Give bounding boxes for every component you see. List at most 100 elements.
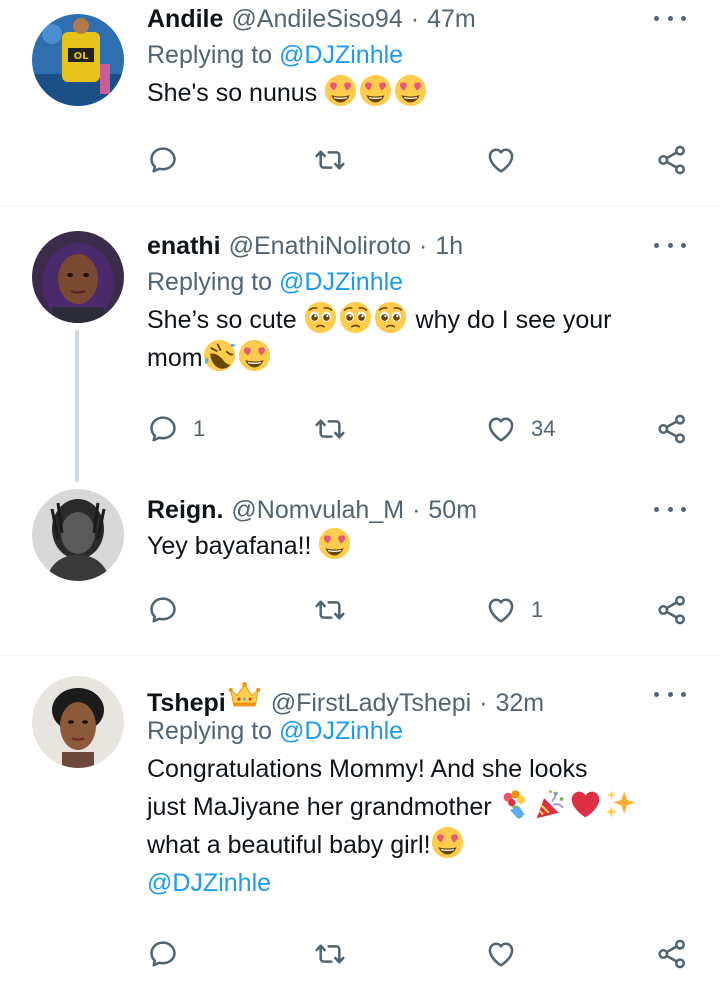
retweet-button[interactable] bbox=[314, 590, 346, 630]
display-name[interactable]: Reign. bbox=[147, 493, 223, 527]
more-icon[interactable] bbox=[650, 682, 690, 706]
tweet-body-line-3: what a beautiful baby girl! bbox=[147, 831, 431, 859]
more-icon[interactable] bbox=[650, 6, 690, 30]
separator: · bbox=[419, 232, 428, 260]
heart-eyes-emoji-icon bbox=[359, 74, 392, 107]
reply-count: 1 bbox=[193, 416, 206, 441]
share-button[interactable] bbox=[656, 140, 688, 180]
rofl-emoji-icon bbox=[203, 339, 236, 372]
reply-icon bbox=[147, 144, 179, 176]
reply-icon bbox=[147, 938, 179, 970]
heart-eyes-emoji-icon bbox=[324, 74, 357, 107]
mention-link[interactable]: @DJZinhle bbox=[279, 717, 403, 745]
share-button[interactable] bbox=[656, 590, 688, 630]
tweet-andile[interactable]: OL Andile @AndileSiso94 · 47m Replying t… bbox=[0, 0, 720, 207]
party-popper-emoji-icon bbox=[534, 788, 567, 821]
mention-link[interactable]: @DJZinhle bbox=[147, 869, 271, 897]
retweet-icon bbox=[314, 938, 346, 970]
tweet-body-line-1-end: why do I see your bbox=[415, 306, 612, 334]
tweet-body: Yey bayafana!! bbox=[147, 532, 312, 560]
pleading-emoji-icon bbox=[304, 301, 337, 334]
bouquet-emoji-icon bbox=[499, 788, 532, 821]
heart-eyes-emoji-icon bbox=[431, 826, 464, 859]
tweet-body-line-1: She’s so cute bbox=[147, 306, 297, 334]
tweet-actions: 1 bbox=[147, 590, 692, 630]
heart-eyes-emoji-icon bbox=[394, 74, 427, 107]
replying-prefix: Replying to bbox=[147, 41, 273, 69]
reply-button[interactable]: 1 bbox=[147, 409, 205, 449]
heart-eyes-emoji-icon bbox=[238, 339, 271, 372]
avatar[interactable] bbox=[32, 489, 124, 581]
retweet-button[interactable] bbox=[314, 409, 346, 449]
separator: · bbox=[412, 496, 421, 524]
share-button[interactable] bbox=[656, 934, 688, 974]
pleading-emoji-icon bbox=[374, 301, 407, 334]
tweet-text: Yey bayafana!! bbox=[147, 527, 690, 565]
retweet-icon bbox=[314, 144, 346, 176]
retweet-button[interactable] bbox=[314, 140, 346, 180]
timestamp[interactable]: 50m bbox=[428, 493, 477, 527]
reply-button[interactable] bbox=[147, 140, 179, 180]
reply-icon bbox=[147, 413, 179, 445]
crown-icon bbox=[228, 678, 261, 711]
reply-button[interactable] bbox=[147, 590, 179, 630]
tweet-text: She’s so cute why do I see your mom bbox=[147, 301, 690, 377]
more-icon[interactable] bbox=[650, 233, 690, 257]
share-icon bbox=[656, 938, 688, 970]
replying-prefix: Replying to bbox=[147, 268, 273, 296]
like-icon bbox=[485, 938, 517, 970]
tweet-tshepi[interactable]: Tshepi @FirstLadyTshepi · 32m Replying t… bbox=[0, 656, 720, 988]
retweet-button[interactable] bbox=[314, 934, 346, 974]
display-name[interactable]: enathi bbox=[147, 229, 221, 263]
user-handle[interactable]: @EnathiNoliroto bbox=[229, 229, 411, 263]
timestamp[interactable]: 47m bbox=[427, 2, 476, 36]
avatar[interactable] bbox=[32, 231, 124, 323]
timestamp[interactable]: 1h bbox=[435, 229, 463, 263]
replying-prefix: Replying to bbox=[147, 717, 273, 745]
retweet-icon bbox=[314, 413, 346, 445]
reply-button[interactable] bbox=[147, 934, 179, 974]
share-icon bbox=[656, 413, 688, 445]
tweet-enathi[interactable]: enathi @EnathiNoliroto · 1h Replying to … bbox=[0, 207, 720, 487]
heart-eyes-emoji-icon bbox=[318, 527, 351, 560]
red-heart-emoji-icon bbox=[569, 788, 602, 821]
separator: · bbox=[410, 5, 420, 33]
tweet-body-line-1: Congratulations Mommy! And she looks bbox=[147, 755, 588, 783]
sparkles-emoji-icon bbox=[604, 788, 637, 821]
pleading-emoji-icon bbox=[339, 301, 372, 334]
share-icon bbox=[656, 144, 688, 176]
like-button[interactable] bbox=[485, 140, 517, 180]
like-count: 1 bbox=[531, 597, 544, 622]
tweet-actions bbox=[147, 934, 692, 974]
share-button[interactable] bbox=[656, 409, 688, 449]
like-icon bbox=[485, 594, 517, 626]
user-handle[interactable]: @AndileSiso94 bbox=[231, 2, 402, 36]
tweet-text: She's so nunus bbox=[147, 74, 690, 112]
share-icon bbox=[656, 594, 688, 626]
tweet-body: She's so nunus bbox=[147, 79, 318, 107]
avatar[interactable] bbox=[32, 676, 124, 768]
mention-link[interactable]: @DJZinhle bbox=[279, 268, 403, 296]
tweet-actions: 1 34 bbox=[147, 409, 692, 449]
retweet-icon bbox=[314, 594, 346, 626]
tweet-text: Congratulations Mommy! And she looks jus… bbox=[147, 750, 690, 902]
like-icon bbox=[485, 144, 517, 176]
thread-line bbox=[75, 330, 79, 482]
tweet-reign[interactable]: Reign. @Nomvulah_M · 50m Yey bayafana!! … bbox=[0, 487, 720, 655]
replying-to: Replying to @DJZinhle bbox=[147, 263, 690, 301]
separator: · bbox=[479, 689, 488, 717]
tweet-body-line-2: mom bbox=[147, 344, 203, 372]
like-button[interactable]: 34 bbox=[485, 409, 555, 449]
tweet-body-line-2: just MaJiyane her grandmother bbox=[147, 793, 492, 821]
user-handle[interactable]: @Nomvulah_M bbox=[231, 493, 404, 527]
like-button[interactable] bbox=[485, 934, 517, 974]
timestamp[interactable]: 32m bbox=[496, 686, 545, 720]
like-button[interactable]: 1 bbox=[485, 590, 543, 630]
reply-icon bbox=[147, 594, 179, 626]
more-icon[interactable] bbox=[650, 497, 690, 521]
avatar[interactable]: OL bbox=[32, 14, 124, 106]
like-count: 34 bbox=[531, 416, 556, 441]
display-name[interactable]: Andile bbox=[147, 2, 223, 36]
replying-to: Replying to @DJZinhle bbox=[147, 36, 690, 74]
mention-link[interactable]: @DJZinhle bbox=[279, 41, 403, 69]
